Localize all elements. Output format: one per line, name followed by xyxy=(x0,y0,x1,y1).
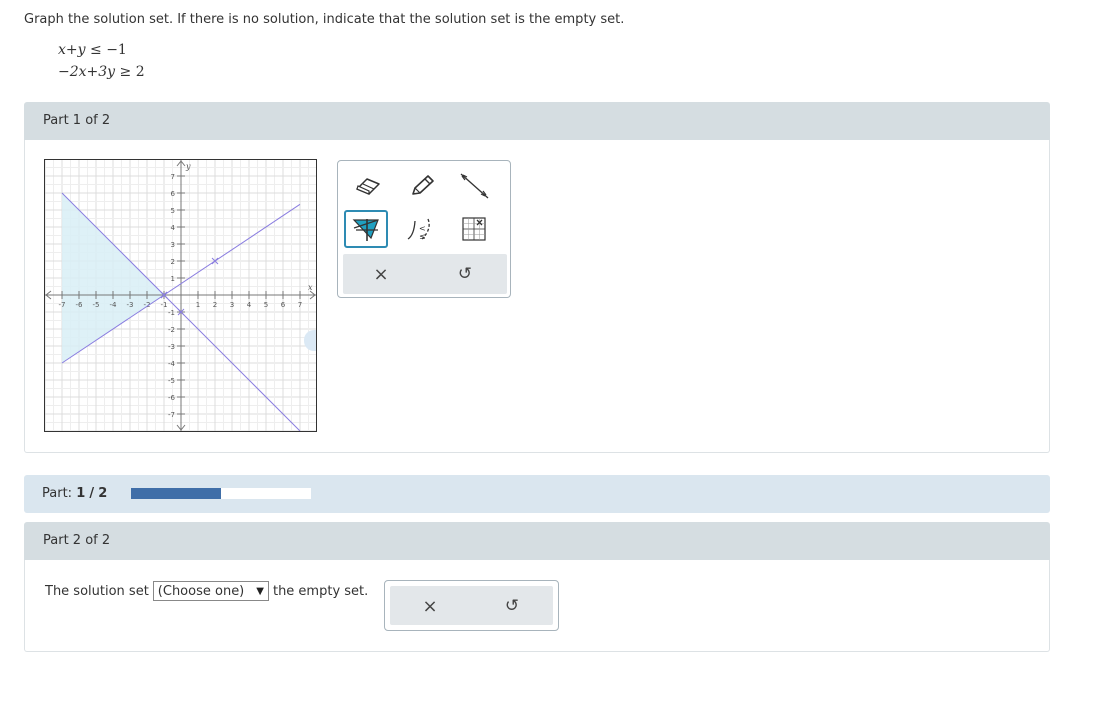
x-tick-label: 5 xyxy=(264,301,268,309)
y-tick-label: 6 xyxy=(171,190,176,198)
x-tick-label: -6 xyxy=(76,301,84,309)
y-tick-label: 2 xyxy=(171,258,175,266)
answer-toolbox: × ↺ xyxy=(384,580,559,631)
undo-icon: ↺ xyxy=(457,264,473,284)
question-prompt: Graph the solution set. If there is no s… xyxy=(24,12,625,27)
x-tick-label: -3 xyxy=(127,301,134,309)
fill-region-icon xyxy=(352,219,379,241)
y-tick-label: -7 xyxy=(168,411,175,419)
line-tool[interactable] xyxy=(452,167,496,205)
y-tick-label: -2 xyxy=(168,326,175,334)
coordinate-graph[interactable]: -7 -6 -5 -4 -3 -2 -1 1 2 3 4 5 6 7 7 6 5 4 3 2 1 -1 -2 -3 -4 -5 -6… xyxy=(44,159,317,432)
y-tick-label: -6 xyxy=(168,394,176,402)
fill-region-tool[interactable] xyxy=(344,210,388,248)
progress-bar-fill xyxy=(131,488,221,499)
x-tick-label: -4 xyxy=(110,301,118,309)
x-tick-label: 2 xyxy=(213,301,217,309)
x-tick-label: 3 xyxy=(230,301,234,309)
part-2-header: Part 2 of 2 xyxy=(24,522,1050,560)
pencil-icon xyxy=(412,175,434,195)
solution-set-select[interactable]: (Choose one) ▼ xyxy=(152,581,269,601)
inequality-2: −2x+3y ≥ 2 xyxy=(58,64,145,80)
close-icon: × xyxy=(422,595,438,617)
pencil-tool[interactable] xyxy=(400,167,444,205)
part-2-title: Part 2 of 2 xyxy=(43,533,111,548)
graph-resize-handle[interactable] xyxy=(304,330,316,351)
dashed-curve-tool[interactable]: < ≤ xyxy=(398,210,442,248)
progress-bar xyxy=(131,488,311,499)
graph-tool-footer: × ↺ xyxy=(343,254,507,294)
part-progress: Part: 1 / 2 xyxy=(24,475,1050,513)
x-tick-label: -7 xyxy=(59,301,66,309)
y-tick-label: -1 xyxy=(168,309,175,317)
clear-graph-button[interactable]: × xyxy=(351,254,411,294)
part-1-header: Part 1 of 2 xyxy=(24,102,1050,140)
x-tick-label: 4 xyxy=(247,301,252,309)
point-grid-icon xyxy=(462,217,486,241)
undo-graph-button[interactable]: ↺ xyxy=(435,254,495,294)
x-axis-label: x xyxy=(308,283,313,292)
x-tick-label: 7 xyxy=(298,301,302,309)
y-axis-label: y xyxy=(185,162,191,171)
progress-label: Part: 1 / 2 xyxy=(42,486,108,501)
part-1-title: Part 1 of 2 xyxy=(43,113,111,128)
graph-canvas[interactable]: -7 -6 -5 -4 -3 -2 -1 1 2 3 4 5 6 77654321-1-2-3-4-5-6… xyxy=(45,160,316,431)
close-icon: × xyxy=(373,263,389,285)
y-tick-label: 1 xyxy=(171,275,175,283)
clear-answer-button[interactable]: × xyxy=(400,586,460,626)
undo-icon: ↺ xyxy=(504,596,520,616)
dropdown-arrow-icon: ▼ xyxy=(256,585,264,597)
line-icon xyxy=(460,173,489,199)
eraser-tool[interactable] xyxy=(346,167,390,205)
svg-text:≤: ≤ xyxy=(419,232,426,241)
y-tick-label: 3 xyxy=(171,241,175,249)
x-tick-label: 6 xyxy=(281,301,286,309)
y-tick-label: -5 xyxy=(168,377,175,385)
y-tick-label: 7 xyxy=(171,173,175,181)
inequality-1: x+y ≤ −1 xyxy=(58,42,127,58)
answer-tool-footer: × ↺ xyxy=(390,586,553,625)
y-tick-label: 5 xyxy=(171,207,175,215)
undo-answer-button[interactable]: ↺ xyxy=(482,586,542,626)
eraser-icon xyxy=(356,178,380,195)
y-tick-label: -4 xyxy=(168,360,176,368)
y-tick-label: -3 xyxy=(168,343,175,351)
x-tick-label: 1 xyxy=(196,301,200,309)
x-tick-label: -5 xyxy=(93,301,100,309)
solution-sentence: The solution set (Choose one) ▼ the empt… xyxy=(45,581,368,601)
dashed-curve-icon: < ≤ xyxy=(407,218,430,241)
x-tick-label: -1 xyxy=(161,301,168,309)
graph-toolbox: < ≤ × ↺ xyxy=(337,160,511,298)
y-tick-label: 4 xyxy=(171,224,176,232)
point-grid-tool[interactable] xyxy=(452,210,496,248)
